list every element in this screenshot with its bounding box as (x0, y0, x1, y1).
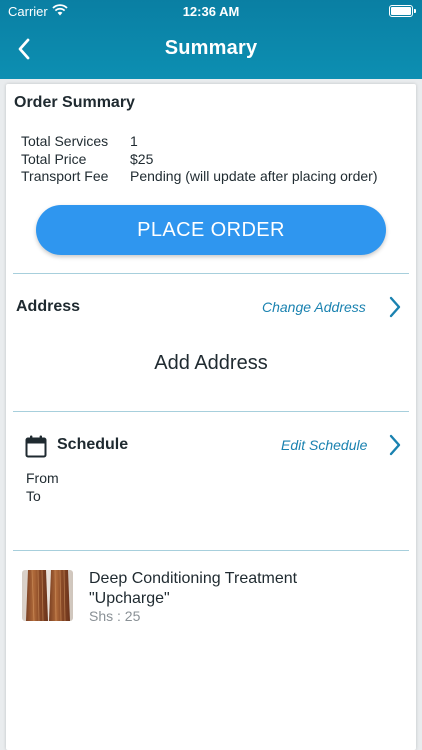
summary-card: Order Summary Total Services 1 Total Pri… (6, 84, 416, 750)
status-time: 12:36 AM (182, 4, 240, 19)
summary-label: Transport Fee (21, 168, 109, 184)
summary-value: 1 (130, 133, 138, 149)
service-name: Deep Conditioning Treatment "Upcharge" (89, 569, 297, 609)
service-thumbnail (22, 570, 73, 621)
service-price: Shs : 25 (89, 608, 141, 624)
add-address-button[interactable]: Add Address (6, 352, 416, 375)
schedule-to: To (26, 488, 41, 504)
divider (13, 550, 409, 551)
divider (13, 273, 409, 274)
page-title: Summary (164, 37, 258, 59)
status-bar: Carrier 12:36 AM (0, 0, 422, 22)
header-bar: Carrier 12:36 AM Summary (0, 0, 422, 79)
calendar-icon (25, 435, 47, 458)
chevron-right-icon[interactable] (388, 434, 402, 456)
battery-icon (389, 5, 416, 17)
summary-value: Pending (will update after placing order… (130, 168, 378, 184)
address-title: Address (16, 298, 81, 315)
change-address-link[interactable]: Change Address (262, 299, 366, 315)
schedule-from: From (26, 470, 59, 486)
edit-schedule-link[interactable]: Edit Schedule (281, 437, 367, 453)
schedule-title: Schedule (57, 436, 129, 453)
chevron-right-icon[interactable] (388, 296, 402, 318)
summary-label: Total Services (21, 133, 109, 149)
service-name-line: "Upcharge" (89, 590, 170, 607)
summary-value: $25 (130, 150, 154, 167)
summary-row-total-price: Total Price $25 (21, 151, 377, 169)
order-summary-table: Total Services 1 Total Price $25 Transpo… (21, 133, 377, 186)
divider (13, 411, 409, 412)
place-order-button[interactable]: PLACE ORDER (36, 205, 386, 255)
summary-label: Total Price (21, 150, 87, 167)
service-name-line: Deep Conditioning Treatment (89, 570, 298, 587)
summary-row-transport-fee: Transport Fee Pending (will update after… (21, 168, 377, 186)
order-summary-title: Order Summary (14, 94, 135, 111)
summary-row-total-services: Total Services 1 (21, 133, 377, 151)
